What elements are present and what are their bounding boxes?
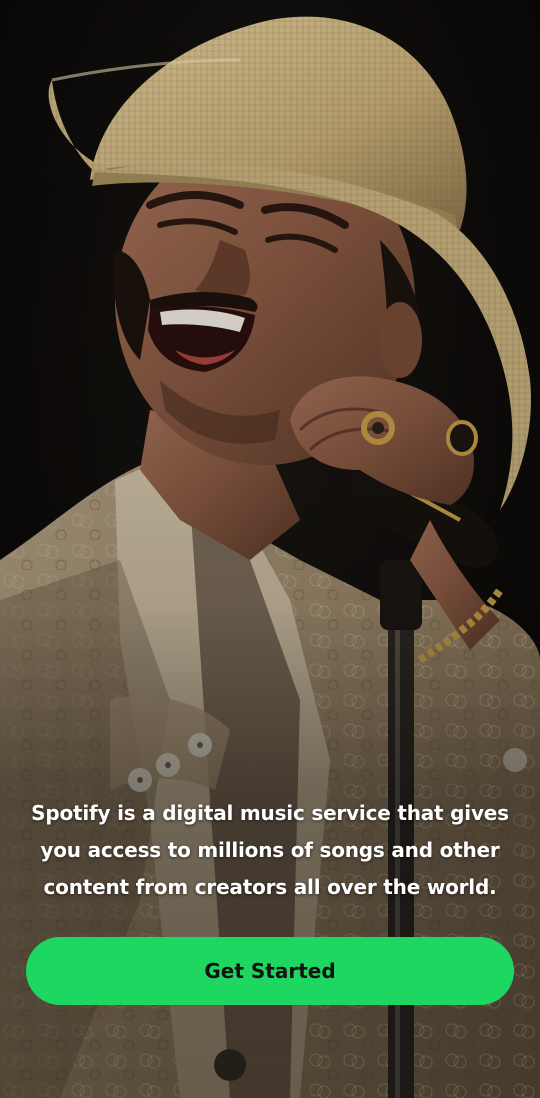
onboarding-tagline: Spotify is a digital music service that …: [31, 801, 509, 899]
image-overlay: [0, 0, 540, 1098]
onboarding-screen: Spotify is a digital music service that …: [0, 0, 540, 1098]
get-started-button[interactable]: Get Started: [26, 937, 514, 1005]
